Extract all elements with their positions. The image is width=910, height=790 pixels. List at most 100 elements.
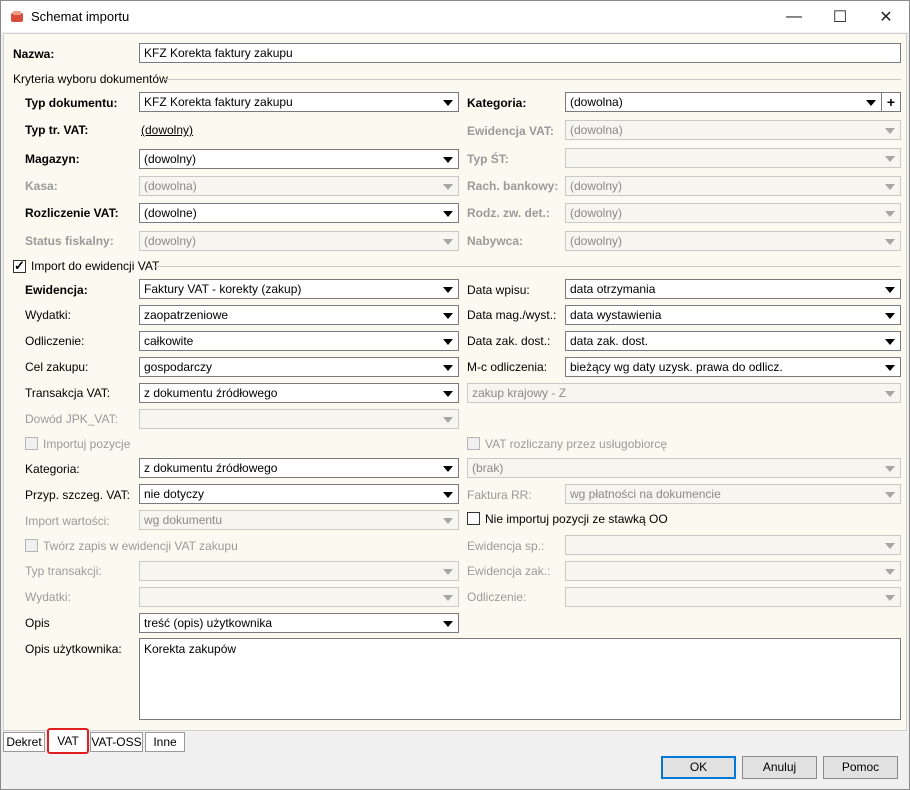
ewidencja-value: Faktury VAT - korekty (zakup)	[144, 282, 302, 296]
przyp-szczeg-label: Przyp. szczeg. VAT:	[25, 488, 130, 502]
ewidencja-sp-label: Ewidencja sp.:	[467, 539, 545, 553]
typ-transakcji-select[interactable]	[139, 561, 459, 581]
opis-select[interactable]: treść (opis) użytkownika	[139, 613, 459, 633]
kategoria2-right-select[interactable]: (brak)	[467, 458, 901, 478]
tab-vat[interactable]: VAT	[47, 728, 89, 754]
mc-odliczenia-select[interactable]: bieżący wg daty uzysk. prawa do odlicz.	[565, 357, 901, 377]
kategoria-label: Kategoria:	[467, 96, 527, 110]
import-vat-separator	[154, 266, 901, 267]
importuj-pozycje-label: Importuj pozycje	[43, 437, 131, 451]
dropdown-arrow-icon	[885, 211, 895, 217]
transakcja-vat-label: Transakcja VAT:	[25, 386, 111, 400]
odliczenie2-select[interactable]	[565, 587, 901, 607]
rach-bankowy-select[interactable]: (dowolny)	[565, 176, 901, 196]
cancel-button[interactable]: Anuluj	[742, 756, 817, 779]
rodz-zw-det-select[interactable]: (dowolny)	[565, 203, 901, 223]
ok-button[interactable]: OK	[661, 756, 736, 779]
opis-value: treść (opis) użytkownika	[144, 616, 273, 630]
ewidencja-label: Ewidencja:	[25, 283, 88, 297]
rozliczenie-vat-select[interactable]: (dowolne)	[139, 203, 459, 223]
ewidencja-zak-select[interactable]	[565, 561, 901, 581]
odliczenie-label: Odliczenie:	[25, 334, 85, 348]
help-button[interactable]: Pomoc	[823, 756, 898, 779]
wydatki2-select[interactable]	[139, 587, 459, 607]
dropdown-arrow-icon	[443, 466, 453, 472]
data-mag-select[interactable]: data wystawienia	[565, 305, 901, 325]
kategoria-select[interactable]: (dowolna)	[565, 92, 882, 112]
transakcja-vat-select[interactable]: z dokumentu źródłowego	[139, 383, 459, 403]
cel-zakupu-select[interactable]: gospodarczy	[139, 357, 459, 377]
transakcja-right-select[interactable]: zakup krajowy - Z	[467, 383, 901, 403]
dropdown-arrow-icon	[443, 287, 453, 293]
data-zak-select[interactable]: data zak. dost.	[565, 331, 901, 351]
typ-st-select[interactable]	[565, 148, 901, 168]
vat-uslugobiorca-checkbox[interactable]	[467, 437, 480, 450]
wydatki-value: zaopatrzeniowe	[144, 308, 229, 322]
import-wartosci-label: Import wartości:	[25, 514, 110, 528]
ewidencja-select[interactable]: Faktury VAT - korekty (zakup)	[139, 279, 459, 299]
tab-vat-oss[interactable]: VAT-OSS	[90, 732, 143, 752]
nabywca-select[interactable]: (dowolny)	[565, 231, 901, 251]
dropdown-arrow-icon	[443, 211, 453, 217]
przyp-szczeg-value: nie dotyczy	[144, 487, 205, 501]
dropdown-arrow-icon	[443, 417, 453, 423]
vat-uslugobiorca-label: VAT rozliczany przez usługobiorcę	[485, 437, 668, 451]
nie-importuj-label: Nie importuj pozycji ze stawką OO	[485, 512, 668, 526]
ewidencja-sp-select[interactable]	[565, 535, 901, 555]
cel-zakupu-value: gospodarczy	[144, 360, 213, 374]
rach-bankowy-value: (dowolny)	[570, 179, 623, 193]
nabywca-label: Nabywca:	[467, 234, 524, 248]
maximize-icon: ☐	[832, 8, 848, 26]
tworz-zapis-label: Twórz zapis w ewidencji VAT zakupu	[43, 539, 238, 553]
tab-inne[interactable]: Inne	[145, 732, 185, 752]
nazwa-label: Nazwa:	[13, 47, 55, 61]
kategoria2-value: z dokumentu źródłowego	[144, 461, 278, 475]
close-button[interactable]: ✕	[863, 1, 909, 32]
ewidencja-vat-label: Ewidencja VAT:	[467, 124, 554, 138]
status-fiskalny-select[interactable]: (dowolny)	[139, 231, 459, 251]
dropdown-arrow-icon	[443, 339, 453, 345]
dropdown-arrow-icon	[885, 156, 895, 162]
import-wartosci-select[interactable]: wg dokumentu	[139, 510, 459, 530]
magazyn-select[interactable]: (dowolny)	[139, 149, 459, 169]
minimize-icon: —	[786, 7, 802, 25]
kategoria-value: (dowolna)	[570, 95, 623, 109]
maximize-button[interactable]: ☐	[817, 1, 863, 32]
importuj-pozycje-checkbox[interactable]	[25, 437, 38, 450]
typ-dokumentu-select[interactable]: KFZ Korekta faktury zakupu	[139, 92, 459, 112]
dropdown-arrow-icon	[885, 492, 895, 498]
tab-dekret[interactable]: Dekret	[3, 732, 45, 752]
dropdown-arrow-icon	[885, 466, 895, 472]
nie-importuj-checkbox[interactable]	[467, 512, 480, 525]
rodz-zw-det-label: Rodz. zw. det.:	[467, 206, 550, 220]
dropdown-arrow-icon	[885, 184, 895, 190]
add-kategoria-button[interactable]: +	[881, 92, 901, 112]
typ-st-label: Typ ŚT:	[467, 152, 509, 166]
odliczenie-select[interactable]: całkowite	[139, 331, 459, 351]
status-fiskalny-label: Status fiskalny:	[25, 234, 114, 248]
dropdown-arrow-icon	[885, 595, 895, 601]
minimize-button[interactable]: —	[771, 1, 817, 32]
dropdown-arrow-icon	[885, 543, 895, 549]
import-vat-checkbox[interactable]	[13, 258, 26, 274]
data-zak-value: data zak. dost.	[570, 334, 649, 348]
data-wpisu-select[interactable]: data otrzymania	[565, 279, 901, 299]
dowod-jpk-select[interactable]	[139, 409, 459, 429]
magazyn-label: Magazyn:	[25, 152, 80, 166]
kasa-select[interactable]: (dowolna)	[139, 176, 459, 196]
ewidencja-vat-select[interactable]: (dowolna)	[565, 120, 901, 140]
opis-uzytkownika-textarea[interactable]: Korekta zakupów	[139, 638, 901, 720]
dropdown-arrow-icon	[443, 595, 453, 601]
dropdown-arrow-icon	[866, 100, 876, 106]
ewidencja-vat-value: (dowolna)	[570, 123, 623, 137]
wydatki-select[interactable]: zaopatrzeniowe	[139, 305, 459, 325]
dropdown-arrow-icon	[885, 287, 895, 293]
nazwa-input[interactable]: KFZ Korekta faktury zakupu	[139, 43, 901, 63]
przyp-szczeg-select[interactable]: nie dotyczy	[139, 484, 459, 504]
dropdown-arrow-icon	[885, 569, 895, 575]
faktura-rr-value: wg płatności na dokumencie	[570, 487, 721, 501]
kategoria2-select[interactable]: z dokumentu źródłowego	[139, 458, 459, 478]
faktura-rr-select[interactable]: wg płatności na dokumencie	[565, 484, 901, 504]
tworz-zapis-checkbox[interactable]	[25, 539, 38, 552]
typ-tr-vat-link[interactable]: (dowolny)	[141, 123, 193, 137]
